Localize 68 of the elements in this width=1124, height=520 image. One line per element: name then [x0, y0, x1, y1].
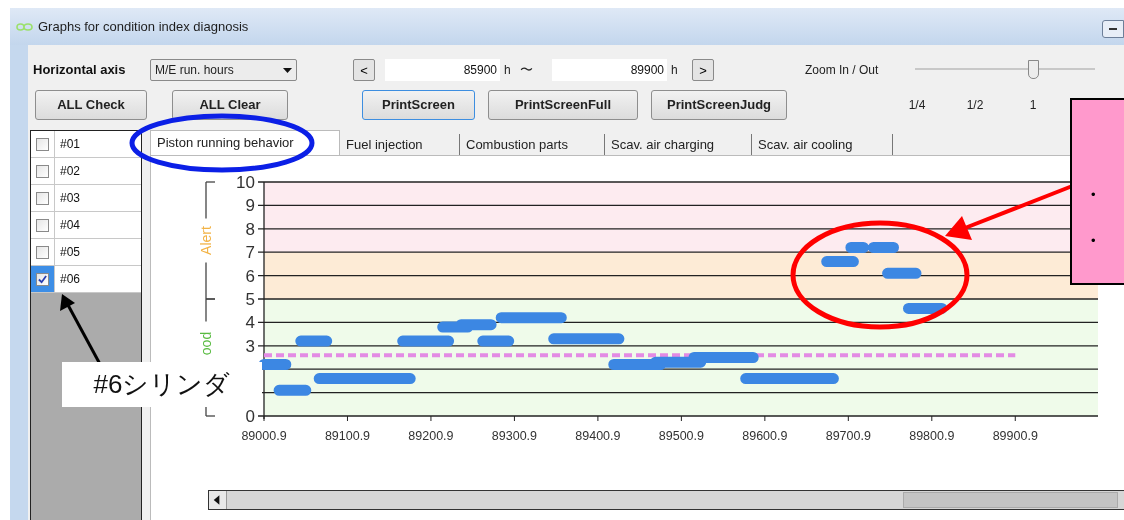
unit-label: h [671, 62, 679, 79]
cylinder-label: #05 [60, 244, 81, 261]
y-tick-label: 4 [245, 313, 255, 333]
y-tick-label: 10 [236, 173, 255, 192]
cylinder-label: #02 [60, 163, 81, 180]
checkbox[interactable] [36, 245, 49, 259]
cylinder-row[interactable]: #02 [31, 158, 141, 185]
cylinder-label: #04 [60, 217, 81, 234]
slider-thumb[interactable] [1027, 60, 1039, 79]
range-label: ood [198, 331, 214, 356]
y-tick-label: 5 [245, 290, 255, 309]
cylinder-label: #01 [60, 136, 81, 153]
next-button[interactable]: > [692, 59, 714, 81]
x-tick-label: 89300.9 [491, 429, 537, 443]
checkbox[interactable] [36, 272, 49, 286]
zoom-slider[interactable] [915, 58, 1095, 82]
callout-label: #6シリンダ [62, 362, 262, 407]
y-tick-label: 9 [245, 196, 255, 216]
x-tick-label: 89100.9 [324, 429, 371, 443]
window-title: Graphs for condition index diagnosis [38, 17, 249, 36]
unit-label: h [504, 62, 512, 79]
minimize-button[interactable] [1102, 20, 1124, 38]
cylinder-label: #03 [60, 190, 81, 207]
range-label: Alert [198, 226, 214, 255]
tab[interactable]: Piston running behavior [150, 130, 340, 155]
checkbox[interactable] [36, 218, 49, 232]
x-tick-label: 89900.9 [992, 429, 1038, 443]
cylinder-row[interactable]: #06 [31, 266, 141, 293]
dropdown-arrow-icon [283, 67, 292, 73]
checkbox[interactable] [36, 137, 49, 151]
zoom-tick-label: 1 [1028, 97, 1038, 114]
x-tick-label: 89800.9 [909, 429, 955, 443]
x-tick-label: 89600.9 [742, 429, 788, 443]
x-tick-label: 89000.9 [241, 429, 287, 443]
y-tick-label: 3 [245, 336, 255, 356]
cylinder-row[interactable]: #04 [31, 212, 141, 239]
checkbox[interactable] [36, 191, 49, 205]
print-button[interactable]: PrintScreenFull [488, 90, 638, 120]
y-tick-label: 0 [245, 407, 255, 426]
y-tick-label: 6 [245, 266, 255, 286]
zoom-tick-label: 1/2 [965, 97, 985, 114]
cylinder-row[interactable]: #05 [31, 239, 141, 266]
scroll-left-icon[interactable] [209, 491, 227, 509]
axis-dropdown[interactable]: M/E run. hours [150, 59, 297, 81]
range-separator: 〜 [520, 61, 534, 80]
y-tick-label: 8 [245, 219, 255, 239]
cylinder-label: #06 [60, 271, 81, 288]
note-text: ・ [1082, 184, 1105, 206]
axis-label: Horizontal axis [33, 61, 127, 80]
x-tick-label: 89500.9 [658, 429, 704, 443]
previous-button[interactable]: < [353, 59, 375, 81]
y-tick-label: 7 [245, 243, 255, 263]
print-button[interactable]: PrintScreenJudg [651, 90, 787, 120]
x-tick-label: 89400.9 [575, 429, 621, 443]
note-text: ・ [1082, 230, 1105, 252]
print-button[interactable]: PrintScreen [362, 90, 475, 120]
zoom-tick-label: 1/4 [907, 97, 927, 114]
cylinder-row[interactable]: #01 [31, 131, 141, 158]
horizontal-scrollbar[interactable] [208, 490, 1124, 510]
from-field[interactable]: 85900 [385, 59, 500, 81]
to-field[interactable]: 89900 [552, 59, 667, 81]
scroll-thumb[interactable] [903, 492, 1118, 508]
all-check-button[interactable]: ALL Check [35, 90, 147, 120]
cylinder-row[interactable]: #03 [31, 185, 141, 212]
checkbox[interactable] [36, 164, 49, 178]
x-tick-label: 89200.9 [408, 429, 454, 443]
zoom-label: Zoom In / Out [805, 62, 880, 79]
x-tick-label: 89700.9 [825, 429, 871, 443]
